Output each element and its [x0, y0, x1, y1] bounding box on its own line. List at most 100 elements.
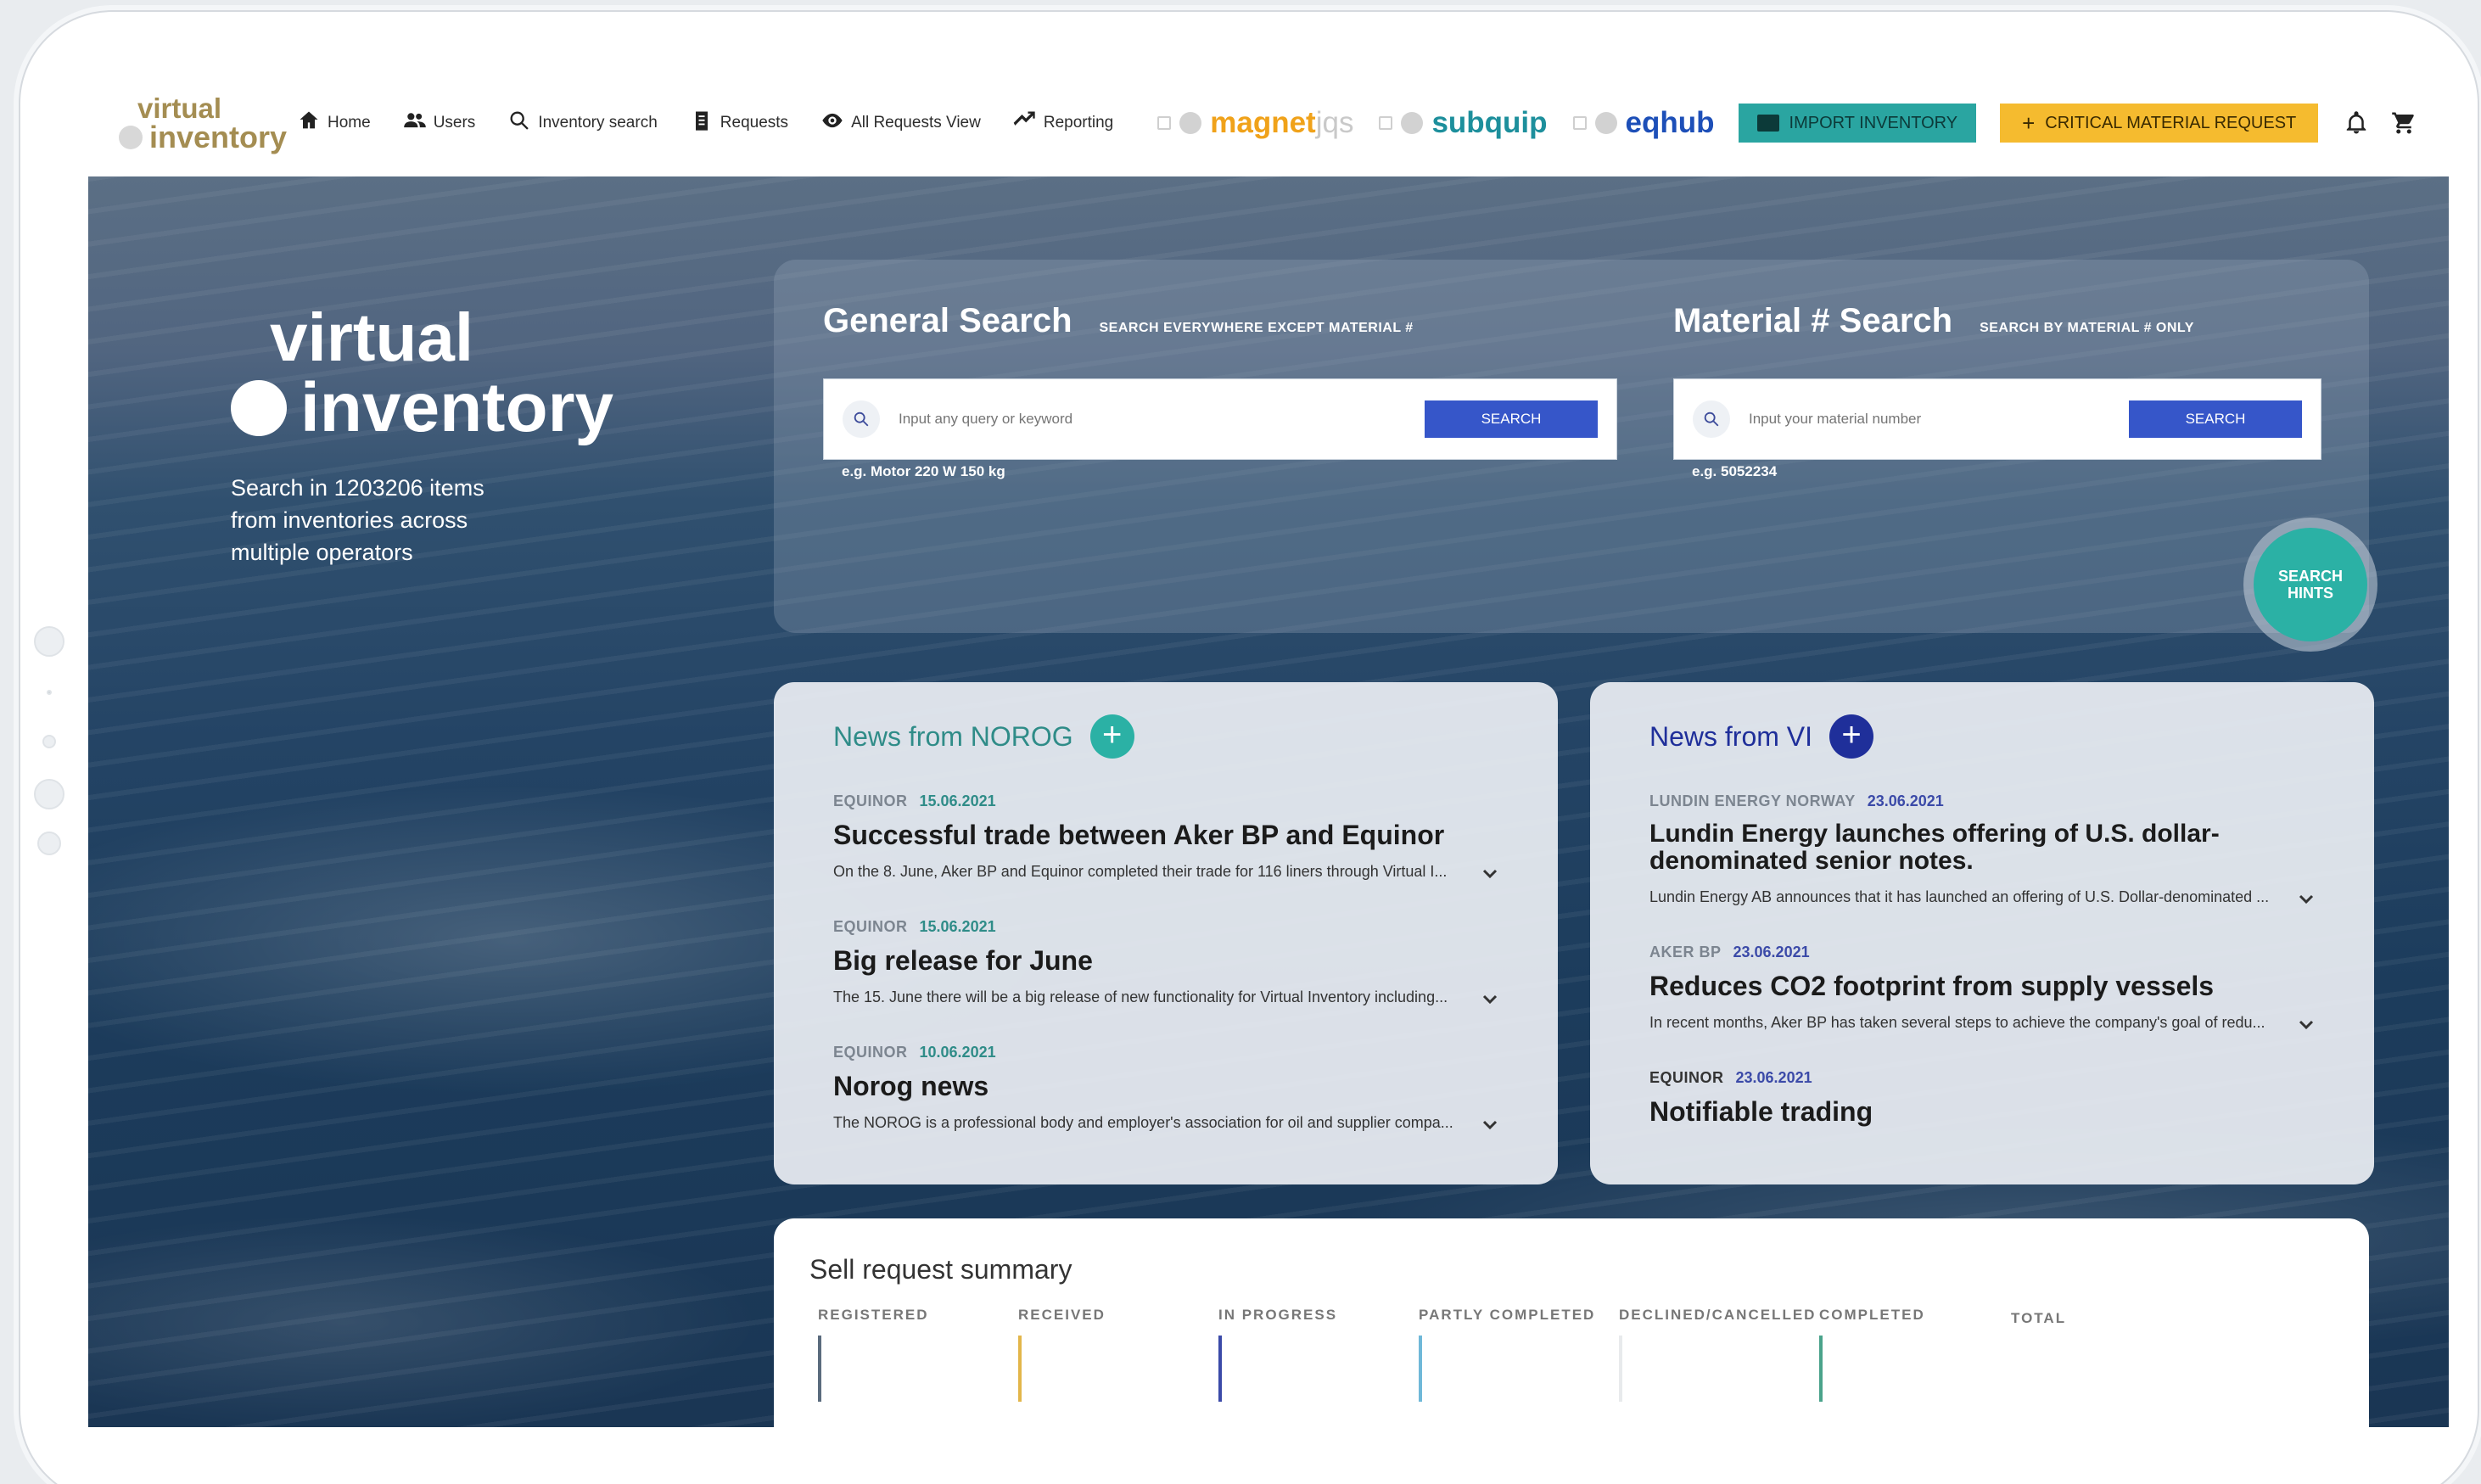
nav-users-label: Users	[433, 114, 476, 132]
news-date: 23.06.2021	[1867, 792, 1944, 809]
stat-declined-cancelled[interactable]: DECLINED/CANCELLED	[1619, 1307, 1817, 1402]
device-sensor	[42, 735, 56, 748]
device-side-button	[37, 832, 61, 855]
news-date: 23.06.2021	[1735, 1069, 1812, 1086]
search-icon	[843, 400, 880, 438]
news-title: Successful trade between Aker BP and Equ…	[833, 820, 1445, 850]
add-news-vi-button[interactable]: +	[1829, 714, 1874, 759]
stat-label: IN PROGRESS	[1218, 1307, 1338, 1323]
stat-in-progress[interactable]: IN PROGRESS	[1218, 1307, 1338, 1402]
app-logo[interactable]: virtual inventory	[119, 94, 288, 153]
hero-subtitle: Search in 1203206 items from inventories…	[231, 475, 484, 565]
nav-inventory-search-label: Inventory search	[538, 114, 658, 132]
material-search-title: Material # Search	[1673, 302, 1953, 339]
general-search-input[interactable]	[899, 411, 1425, 428]
main-nav: Home Users Inventory search Requests All…	[297, 109, 1113, 137]
news-norog-header: News from NOROG +	[833, 714, 1498, 759]
news-summary: In recent months, Aker BP has taken seve…	[1649, 1014, 2265, 1031]
news-date: 23.06.2021	[1733, 944, 1810, 960]
cart-icon[interactable]	[2391, 110, 2417, 136]
summary-title: Sell request summary	[809, 1254, 1072, 1285]
news-source: EQUINOR	[1649, 1069, 1724, 1086]
news-vi-card: News from VI + LUNDIN ENERGY NORWAY 23.06…	[1590, 682, 2374, 1184]
chevron-down-icon[interactable]	[1481, 866, 1498, 878]
news-source: EQUINOR	[833, 918, 908, 935]
news-title: Reduces CO2 footprint from supply vessel…	[1649, 971, 2215, 1001]
material-search-box: SEARCH	[1673, 378, 2321, 460]
news-item[interactable]: AKER BP 23.06.2021 Reduces CO2 footprint …	[1649, 944, 2315, 1032]
partner-dot-icon	[1594, 112, 1617, 134]
plus-icon: +	[2022, 109, 2036, 136]
stat-label: REGISTERED	[818, 1307, 929, 1323]
nav-home[interactable]: Home	[297, 109, 371, 137]
chevron-down-icon[interactable]	[1481, 992, 1498, 1004]
stat-registered[interactable]: REGISTERED	[818, 1307, 929, 1402]
general-search-header: General Search SEARCH EVERYWHERE EXCEPT …	[823, 302, 1414, 340]
chevron-down-icon[interactable]	[1481, 1117, 1498, 1129]
material-search-header: Material # Search SEARCH BY MATERIAL # O…	[1673, 302, 2194, 340]
news-norog-card: News from NOROG + EQUINOR 15.06.2021 Succ…	[774, 682, 1558, 1184]
material-search-example: e.g. 5052234	[1692, 463, 1778, 479]
stat-label: COMPLETED	[1819, 1307, 1925, 1323]
partner-magnet-label: magnetjqs	[1210, 106, 1354, 139]
stat-received[interactable]: RECEIVED	[1018, 1307, 1106, 1402]
news-date: 15.06.2021	[919, 792, 996, 809]
news-title: Big release for June	[833, 945, 1093, 976]
add-news-norog-button[interactable]: +	[1089, 714, 1134, 759]
nav-inventory-search[interactable]: Inventory search	[507, 109, 658, 137]
news-item[interactable]: EQUINOR 15.06.2021 Big release for June T…	[833, 918, 1498, 1006]
stat-label: DECLINED/CANCELLED	[1619, 1307, 1817, 1323]
device-camera-dot	[47, 690, 52, 695]
sell-request-summary: Sell request summary REGISTERED RECEIVED…	[774, 1218, 2369, 1427]
chevron-down-icon[interactable]	[2298, 892, 2315, 904]
news-vi-title: News from VI	[1649, 720, 1813, 752]
stat-total[interactable]: TOTAL	[2011, 1310, 2066, 1327]
nav-users[interactable]: Users	[403, 109, 476, 137]
bell-icon[interactable]	[2344, 110, 2369, 136]
stat-completed[interactable]: COMPLETED	[1819, 1307, 1925, 1402]
material-search-input[interactable]	[1749, 411, 2129, 428]
logo-line-2: inventory	[119, 119, 288, 154]
device-side-button	[34, 779, 64, 809]
search-icon	[507, 109, 531, 137]
search-hints-button[interactable]: SEARCH HINTS	[2254, 528, 2367, 641]
external-link-icon	[1379, 116, 1393, 130]
news-item[interactable]: EQUINOR 15.06.2021 Successful trade betwe…	[833, 792, 1498, 881]
news-norog-title: News from NOROG	[833, 720, 1073, 752]
partner-subquip[interactable]: subquip	[1379, 106, 1548, 140]
news-title: Lundin Energy launches offering of U.S. …	[1649, 820, 2220, 875]
hero-logo-line-2-text: inventory	[300, 369, 614, 446]
clipboard-icon	[690, 109, 714, 137]
stat-partly-completed[interactable]: PARTLY COMPLETED	[1419, 1307, 1595, 1402]
partner-eqhub[interactable]: eqhub	[1572, 106, 1715, 140]
import-inventory-button[interactable]: IMPORT INVENTORY	[1738, 104, 1977, 143]
news-summary: Lundin Energy AB announces that it has l…	[1649, 888, 2270, 905]
stat-label: TOTAL	[2011, 1310, 2067, 1326]
general-search-button[interactable]: SEARCH	[1425, 400, 1598, 438]
news-date: 15.06.2021	[919, 918, 996, 935]
partner-links: magnetjqs subquip eqhub	[1157, 106, 1715, 140]
partner-dot-icon	[1401, 112, 1424, 134]
logo-line-1: virtual	[137, 92, 222, 124]
partner-dot-icon	[1179, 112, 1202, 134]
chevron-down-icon[interactable]	[2298, 1017, 2315, 1029]
stat-bar	[1619, 1336, 1622, 1402]
news-item[interactable]: LUNDIN ENERGY NORWAY 23.06.2021 Lundin En…	[1649, 792, 2315, 906]
nav-all-requests-view[interactable]: All Requests View	[820, 109, 981, 137]
news-item[interactable]: EQUINOR 23.06.2021 Notifiable trading	[1649, 1069, 2315, 1126]
partner-eqhub-label: eqhub	[1625, 106, 1715, 139]
material-search-button[interactable]: SEARCH	[2129, 400, 2302, 438]
logo-line-2-text: inventory	[149, 119, 288, 154]
general-search-subtitle: SEARCH EVERYWHERE EXCEPT MATERIAL #	[1099, 321, 1414, 335]
material-search-block: Material # Search SEARCH BY MATERIAL # O…	[1673, 302, 2194, 340]
stat-bar	[1218, 1336, 1222, 1402]
critical-material-request-button[interactable]: + CRITICAL MATERIAL REQUEST	[2000, 104, 2319, 143]
nav-reporting[interactable]: Reporting	[1013, 109, 1113, 137]
material-search-subtitle: SEARCH BY MATERIAL # ONLY	[1980, 321, 2194, 335]
news-item[interactable]: EQUINOR 10.06.2021 Norog news The NOROG i…	[833, 1044, 1498, 1132]
partner-magnetjqs[interactable]: magnetjqs	[1157, 106, 1353, 140]
nav-requests[interactable]: Requests	[690, 109, 788, 137]
partner-subquip-label: subquip	[1431, 106, 1548, 139]
news-summary: The 15. June there will be a big release…	[833, 988, 1448, 1005]
top-navigation-bar: virtual inventory Home Users Inventory s…	[88, 70, 2449, 176]
